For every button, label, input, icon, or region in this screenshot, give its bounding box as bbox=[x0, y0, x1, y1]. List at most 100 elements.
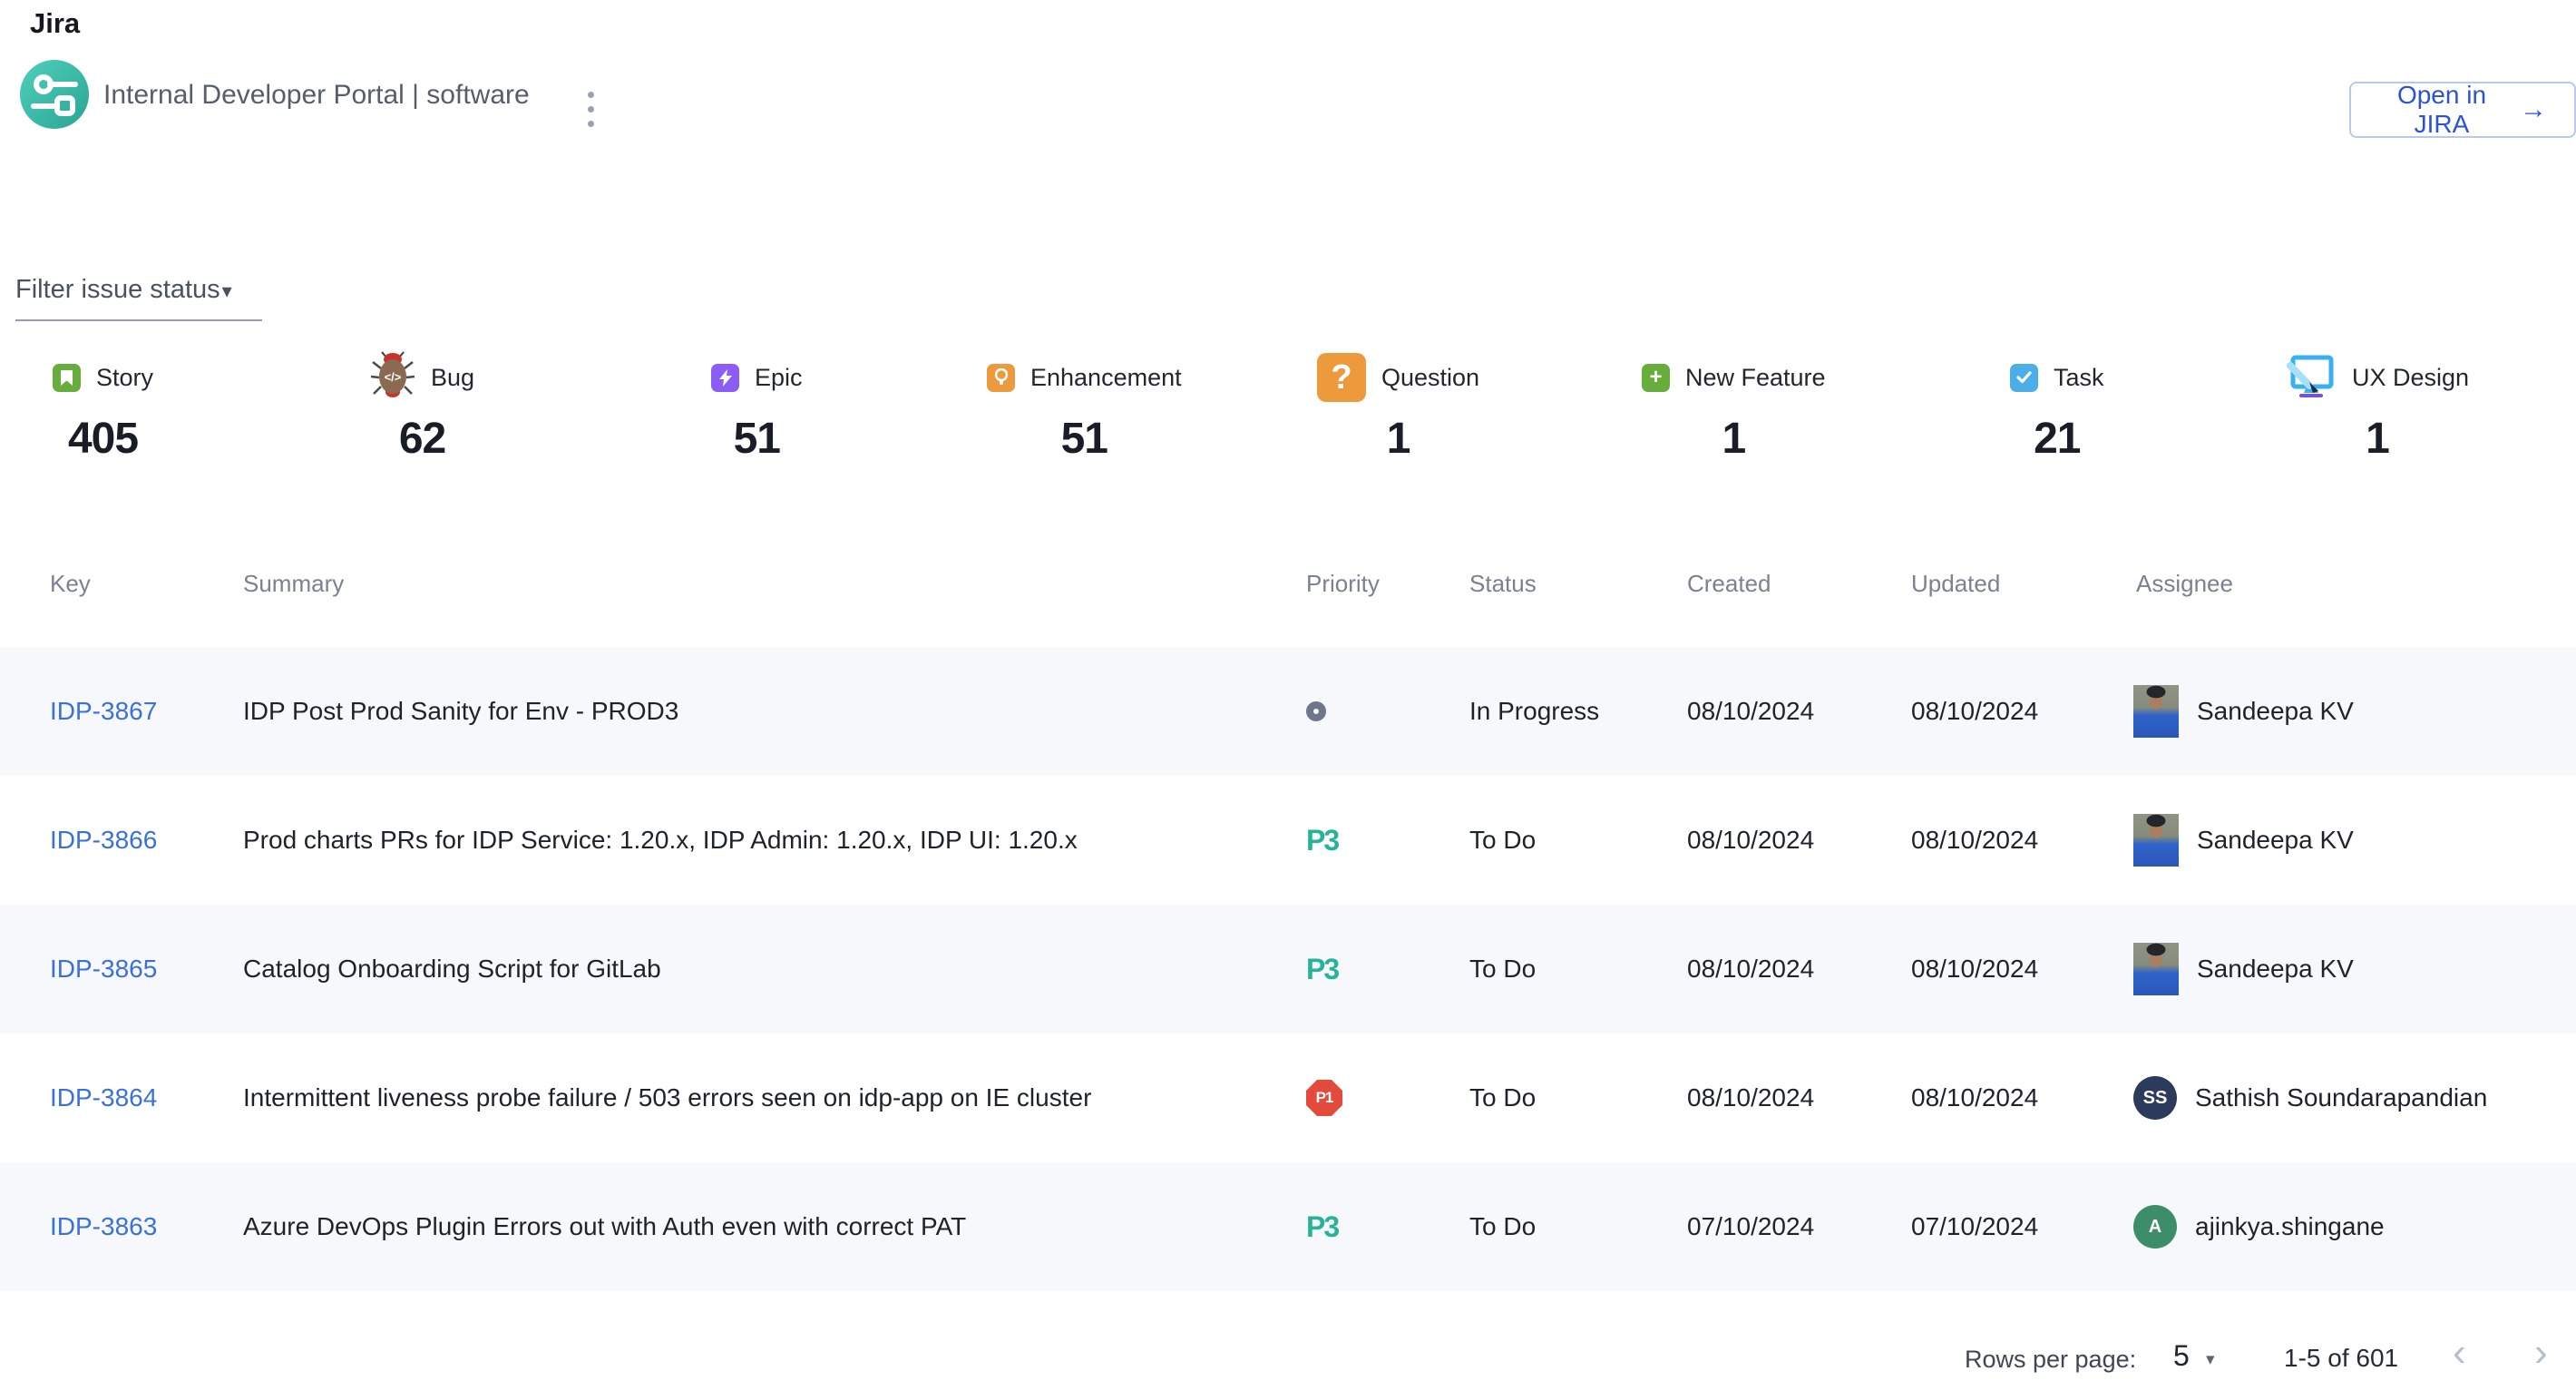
counter-label: UX Design bbox=[2352, 364, 2469, 392]
counter-new-feature: + New Feature 1 bbox=[1642, 350, 1826, 464]
ux-design-icon bbox=[2286, 350, 2337, 406]
issue-summary: Prod charts PRs for IDP Service: 1.20.x,… bbox=[243, 776, 1268, 905]
assignee-avatar bbox=[2133, 814, 2179, 867]
assignee-name: ajinkya.shingane bbox=[2195, 1212, 2385, 1241]
assignee-avatar: SS bbox=[2133, 1076, 2177, 1120]
counter-label: Enhancement bbox=[1030, 364, 1182, 392]
issue-updated-date: 07/10/2024 bbox=[1911, 1162, 2038, 1291]
counter-label: Bug bbox=[431, 364, 474, 392]
counter-ux-design: UX Design 1 bbox=[2286, 350, 2469, 464]
issue-updated-date: 08/10/2024 bbox=[1911, 647, 2038, 776]
column-header-updated: Updated bbox=[1911, 570, 2000, 598]
counter-count: 1 bbox=[1642, 414, 1826, 464]
assignee-name: Sandeepa KV bbox=[2197, 697, 2354, 726]
priority-p1-icon: P1 bbox=[1306, 1080, 1342, 1116]
issue-created-date: 08/10/2024 bbox=[1687, 1033, 1814, 1162]
priority-p3-icon: P3 bbox=[1306, 953, 1338, 986]
next-page-icon[interactable]: › bbox=[2534, 1330, 2548, 1376]
issue-updated-date: 08/10/2024 bbox=[1911, 905, 2038, 1033]
issue-status: To Do bbox=[1469, 776, 1536, 905]
jira-plugin-card: Jira Internal Developer Portal | softwar… bbox=[0, 0, 2576, 1381]
assignee-name: Sathish Soundarapandian bbox=[2195, 1083, 2487, 1112]
issue-key-link[interactable]: IDP-3866 bbox=[50, 826, 157, 855]
new-feature-icon: + bbox=[1642, 364, 1670, 392]
counter-count: 51 bbox=[987, 414, 1182, 464]
priority-p3-icon: P3 bbox=[1306, 1210, 1338, 1244]
issue-created-date: 08/10/2024 bbox=[1687, 647, 1814, 776]
column-header-created: Created bbox=[1687, 570, 1771, 598]
svg-text:</>: </> bbox=[385, 370, 402, 384]
issue-key-link[interactable]: IDP-3865 bbox=[50, 955, 157, 984]
caret-down-icon: ▾ bbox=[222, 279, 232, 302]
counter-count: 1 bbox=[2286, 414, 2469, 464]
counter-count: 405 bbox=[53, 414, 153, 464]
issue-updated-date: 08/10/2024 bbox=[1911, 1033, 2038, 1162]
table-row: IDP-3867 IDP Post Prod Sanity for Env - … bbox=[0, 647, 2576, 776]
open-in-jira-button[interactable]: Open in JIRA → bbox=[2349, 82, 2576, 138]
counter-label: Story bbox=[96, 364, 153, 392]
issue-key-link[interactable]: IDP-3867 bbox=[50, 697, 157, 726]
rows-per-page-label: Rows per page: bbox=[1965, 1346, 2136, 1374]
priority-p3-icon: P3 bbox=[1306, 824, 1338, 857]
counter-label: Question bbox=[1381, 364, 1479, 392]
issue-created-date: 08/10/2024 bbox=[1687, 776, 1814, 905]
table-row: IDP-3866 Prod charts PRs for IDP Service… bbox=[0, 776, 2576, 905]
issue-summary: Intermittent liveness probe failure / 50… bbox=[243, 1033, 1268, 1162]
epic-icon bbox=[711, 364, 739, 392]
counter-count: 62 bbox=[370, 414, 474, 464]
entity-name: Internal Developer Portal | software bbox=[103, 80, 530, 111]
counter-count: 1 bbox=[1317, 414, 1479, 464]
pagination-range: 1-5 of 601 bbox=[2284, 1344, 2398, 1373]
column-header-priority: Priority bbox=[1306, 570, 1380, 598]
issue-status: In Progress bbox=[1469, 647, 1599, 776]
filter-issue-status-label: Filter issue status bbox=[15, 275, 220, 304]
column-header-status: Status bbox=[1469, 570, 1537, 598]
previous-page-icon[interactable]: ‹ bbox=[2453, 1330, 2466, 1376]
more-options-icon[interactable] bbox=[588, 92, 594, 127]
filter-underline bbox=[15, 319, 262, 321]
priority-none-icon bbox=[1306, 701, 1326, 721]
arrow-right-icon: → bbox=[2520, 94, 2547, 125]
caret-down-icon[interactable]: ▾ bbox=[2206, 1349, 2215, 1370]
entity-logo-icon bbox=[20, 60, 89, 129]
page-title: Jira bbox=[30, 7, 80, 40]
filter-issue-status-dropdown[interactable]: Filter issue status▾ bbox=[15, 275, 232, 305]
counter-question: ? Question 1 bbox=[1317, 350, 1479, 464]
question-icon: ? bbox=[1317, 353, 1366, 402]
table-row: IDP-3865 Catalog Onboarding Script for G… bbox=[0, 905, 2576, 1033]
column-header-key: Key bbox=[50, 570, 91, 598]
counter-label: Epic bbox=[755, 364, 803, 392]
story-icon bbox=[53, 364, 81, 392]
bug-icon: </> bbox=[370, 350, 415, 406]
issue-created-date: 07/10/2024 bbox=[1687, 1162, 1814, 1291]
rows-per-page-select[interactable]: 5 bbox=[2173, 1339, 2190, 1373]
assignee-avatar bbox=[2133, 943, 2179, 995]
counter-enhancement: Enhancement 51 bbox=[987, 350, 1182, 464]
issue-created-date: 08/10/2024 bbox=[1687, 905, 1814, 1033]
assignee-avatar: A bbox=[2133, 1205, 2177, 1249]
column-header-summary: Summary bbox=[243, 570, 344, 598]
counter-task: Task 21 bbox=[2010, 350, 2104, 464]
issue-summary: Catalog Onboarding Script for GitLab bbox=[243, 905, 1268, 1033]
issue-summary: Azure DevOps Plugin Errors out with Auth… bbox=[243, 1162, 1268, 1291]
column-header-assignee: Assignee bbox=[2136, 570, 2233, 598]
counter-epic: Epic 51 bbox=[711, 350, 803, 464]
issue-key-link[interactable]: IDP-3863 bbox=[50, 1212, 157, 1241]
counter-count: 51 bbox=[711, 414, 803, 464]
issue-status: To Do bbox=[1469, 905, 1536, 1033]
counter-label: Task bbox=[2054, 364, 2104, 392]
table-row: IDP-3863 Azure DevOps Plugin Errors out … bbox=[0, 1162, 2576, 1291]
task-icon bbox=[2010, 364, 2038, 392]
counter-bug: </> Bug 62 bbox=[370, 350, 474, 464]
table-row: IDP-3864 Intermittent liveness probe fai… bbox=[0, 1033, 2576, 1162]
counter-story: Story 405 bbox=[53, 350, 153, 464]
counter-count: 21 bbox=[2010, 414, 2104, 464]
issue-key-link[interactable]: IDP-3864 bbox=[50, 1083, 157, 1112]
assignee-avatar bbox=[2133, 685, 2179, 738]
assignee-name: Sandeepa KV bbox=[2197, 826, 2354, 855]
issue-status: To Do bbox=[1469, 1162, 1536, 1291]
enhancement-icon bbox=[987, 364, 1015, 392]
open-in-jira-label: Open in JIRA bbox=[2378, 81, 2505, 139]
issue-updated-date: 08/10/2024 bbox=[1911, 776, 2038, 905]
assignee-name: Sandeepa KV bbox=[2197, 955, 2354, 984]
